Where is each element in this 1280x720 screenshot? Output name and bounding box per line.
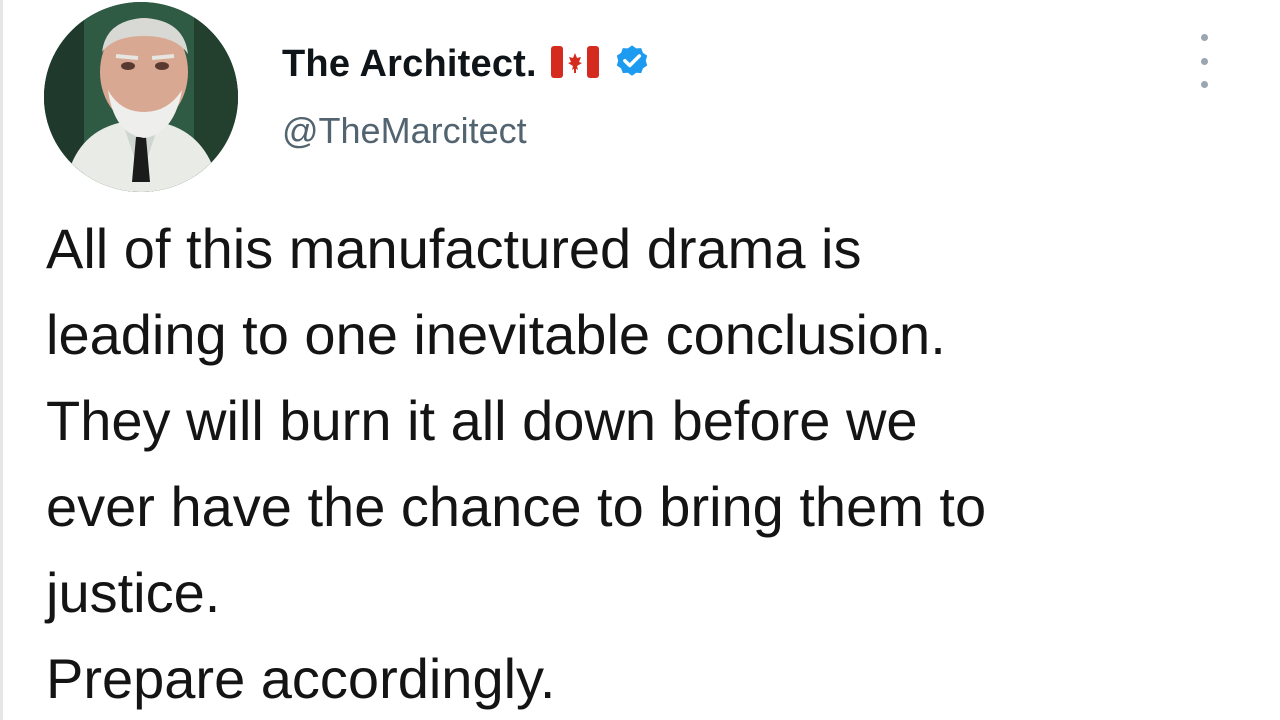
menu-dot [1200, 81, 1208, 88]
author-name-row: The Architect. [282, 38, 651, 90]
author-display-name[interactable]: The Architect. [282, 43, 537, 86]
left-border [0, 0, 3, 720]
menu-dot [1200, 34, 1208, 41]
tweet-card: The Architect. @TheMarcitect All of this… [0, 0, 1280, 720]
tweet-text-line: leading to one inevitable conclusion. [46, 303, 946, 366]
avatar[interactable] [44, 2, 238, 192]
tweet-text-line: All of this manufactured drama is [46, 217, 862, 280]
more-options-icon[interactable] [1192, 34, 1216, 88]
tweet-header: The Architect. @TheMarcitect [44, 0, 1244, 200]
tweet-text-line: ever have the chance to bring them to [46, 475, 987, 538]
canada-flag-icon [550, 45, 599, 83]
tweet-text-line: Prepare accordingly. [46, 647, 556, 710]
verified-badge-icon [613, 43, 651, 86]
menu-dot [1200, 57, 1208, 65]
profile-photo-icon [44, 2, 238, 192]
tweet-text-line: They will burn it all down before we [46, 389, 918, 452]
author-handle[interactable]: @TheMarcitect [282, 110, 527, 152]
tweet-text-line: justice. [46, 561, 221, 624]
tweet-body: All of this manufactured drama is leadin… [46, 206, 1246, 720]
